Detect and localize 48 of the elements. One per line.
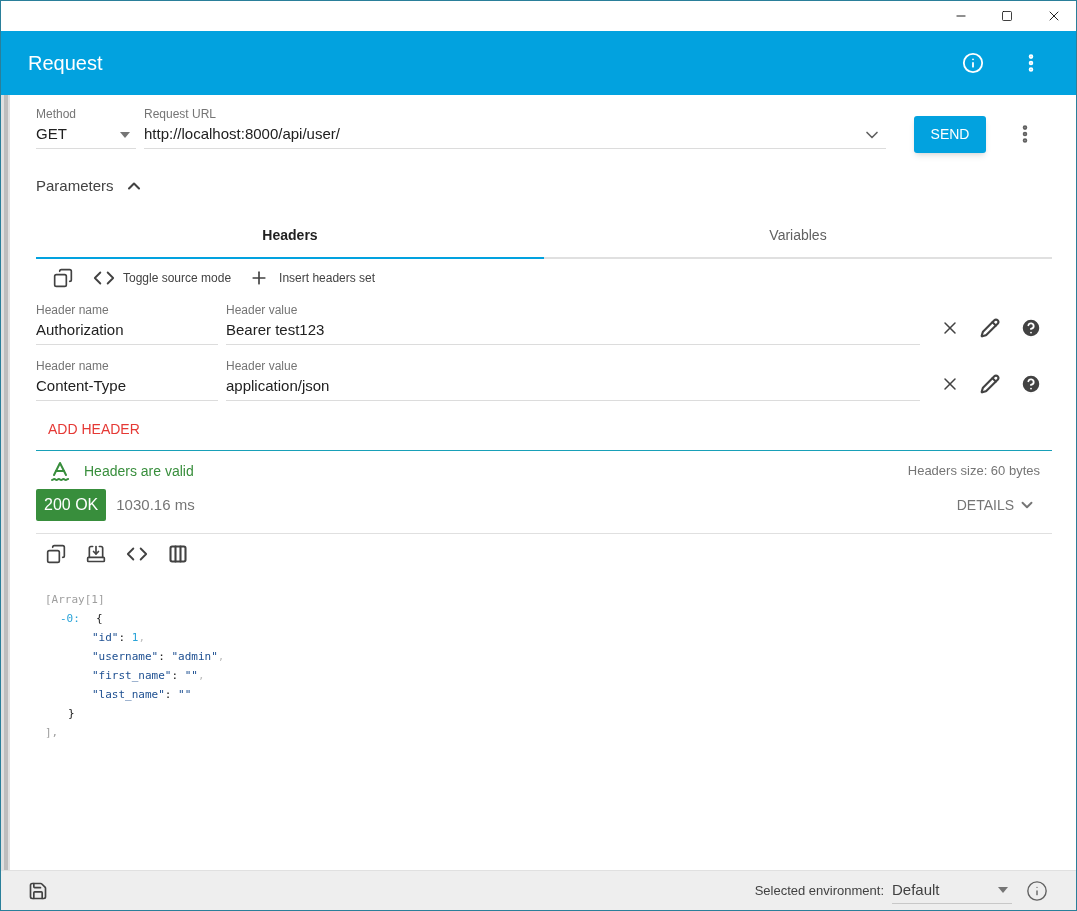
add-header-button[interactable]: ADD HEADER <box>48 419 140 440</box>
url-field[interactable]: http://localhost:8000/api/user/ <box>144 121 886 149</box>
brace: } <box>68 707 75 720</box>
json-property: "last_name": "" <box>91 687 192 703</box>
help-icon[interactable] <box>1020 317 1042 339</box>
header-name-label: Header name <box>36 303 110 317</box>
header-value-field[interactable]: Bearer test123 <box>226 317 920 345</box>
header-name-field[interactable]: Authorization <box>36 317 218 345</box>
array-label: [Array[1] <box>45 593 105 606</box>
info-icon[interactable] <box>1026 879 1048 902</box>
status-badge: 200 OK <box>36 489 107 521</box>
archive-icon[interactable] <box>86 544 106 564</box>
dropdown-caret-icon <box>120 131 130 138</box>
header-value-label: Header value <box>226 359 299 373</box>
spellcheck-icon <box>48 459 72 483</box>
toggle-source-button[interactable]: Toggle source mode <box>93 267 232 289</box>
insert-headers-button[interactable]: Insert headers set <box>249 268 376 288</box>
pencil-icon[interactable] <box>980 318 1000 338</box>
header-name-field[interactable]: Content-Type <box>36 373 218 401</box>
copy-icon[interactable] <box>46 544 66 564</box>
json-property: "username": "admin", <box>91 649 225 665</box>
method-label: Method <box>36 107 78 121</box>
header-value-label: Header value <box>226 303 299 317</box>
json-property: "id": 1, <box>91 630 145 646</box>
tab[interactable]: Variables <box>544 213 1052 259</box>
headers-size: Headers size: 60 bytes <box>907 462 1040 481</box>
environment-label: Selected environment: <box>754 881 884 900</box>
array-close: ], <box>45 726 59 739</box>
header-value-field[interactable]: application/json <box>226 373 920 401</box>
validation-message: Headers are valid <box>84 461 195 481</box>
response-time: 1030.16 ms <box>116 494 196 515</box>
save-icon[interactable] <box>28 880 48 901</box>
brace: { <box>95 612 103 625</box>
url-label: Request URL <box>144 107 218 121</box>
header-name-label: Header name <box>36 359 110 373</box>
columns-icon[interactable] <box>168 544 188 564</box>
json-property: "first_name": "", <box>91 668 205 684</box>
details-button[interactable]: DETAILS <box>956 494 1036 516</box>
dropdown-caret-icon <box>998 887 1008 893</box>
tab[interactable]: Headers <box>36 213 544 259</box>
help-icon[interactable] <box>1020 373 1042 395</box>
parameters-title: Parameters <box>36 175 114 196</box>
pencil-icon[interactable] <box>980 374 1000 394</box>
method-select[interactable]: GET <box>36 121 136 149</box>
maximize-icon[interactable] <box>1001 10 1013 22</box>
environment-select[interactable]: Default <box>892 877 1012 904</box>
app-title: Request <box>28 51 104 76</box>
copy-icon[interactable] <box>53 268 73 288</box>
